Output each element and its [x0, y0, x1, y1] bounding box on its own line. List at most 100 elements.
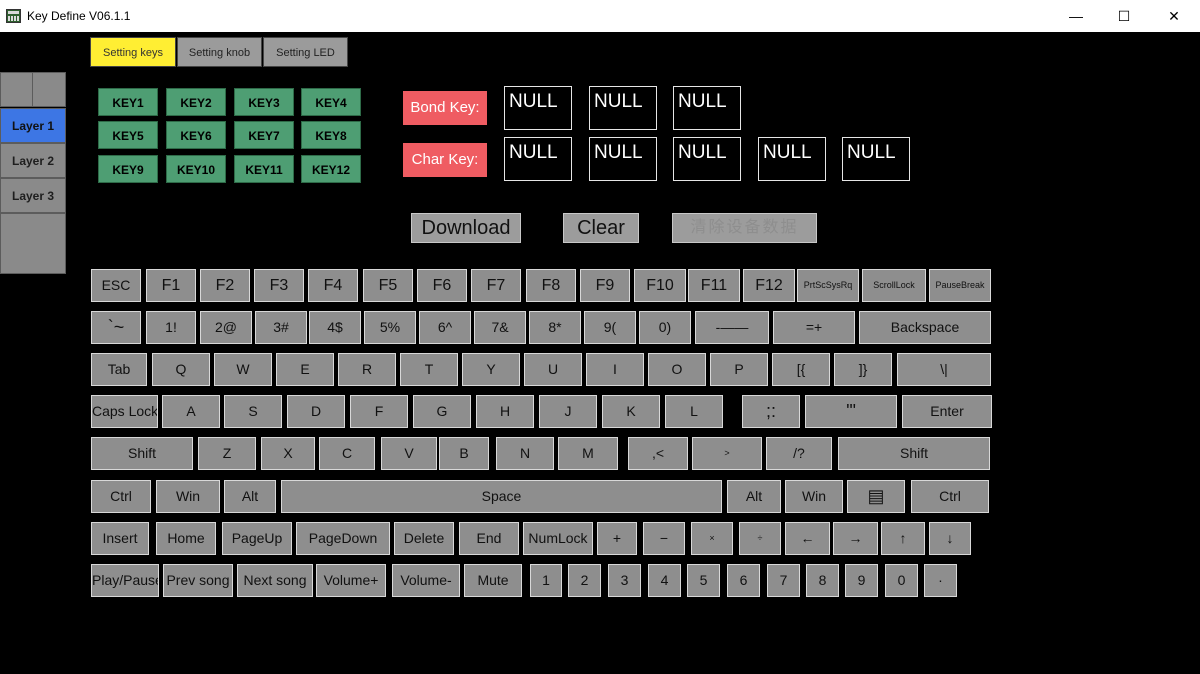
macro-key-1[interactable]: KEY1: [98, 88, 158, 116]
kb-key-r2-6[interactable]: 5%: [364, 311, 416, 344]
kb-key-r6-7[interactable]: ▤: [847, 480, 905, 513]
tab-setting-knob[interactable]: Setting knob: [177, 37, 262, 67]
macro-key-12[interactable]: KEY12: [301, 155, 361, 183]
kb-key-r2-8[interactable]: 7&: [474, 311, 526, 344]
kb-key-r6-8[interactable]: Ctrl: [911, 480, 989, 513]
kb-key-r3-10[interactable]: O: [648, 353, 706, 386]
kb-key-r3-6[interactable]: T: [400, 353, 458, 386]
kb-key-r7-6[interactable]: End: [459, 522, 519, 555]
kb-key-r4-9[interactable]: K: [602, 395, 660, 428]
kb-key-r6-4[interactable]: Space: [281, 480, 722, 513]
char-key-slot-3[interactable]: NULL: [673, 137, 741, 181]
kb-key-r4-10[interactable]: L: [665, 395, 723, 428]
kb-key-r6-5[interactable]: Alt: [727, 480, 781, 513]
kb-key-r8-2[interactable]: Prev song: [163, 564, 233, 597]
kb-key-r7-15[interactable]: ↓: [929, 522, 971, 555]
kb-key-r7-1[interactable]: Insert: [91, 522, 149, 555]
kb-key-r7-7[interactable]: NumLock: [523, 522, 593, 555]
macro-key-6[interactable]: KEY6: [166, 121, 226, 149]
kb-key-r1-11[interactable]: F10: [634, 269, 686, 302]
kb-key-r2-13[interactable]: =+: [773, 311, 855, 344]
kb-key-r5-5[interactable]: V: [381, 437, 437, 470]
kb-key-r8-10[interactable]: 4: [648, 564, 681, 597]
kb-key-r5-10[interactable]: >: [692, 437, 762, 470]
kb-key-r8-17[interactable]: ·: [924, 564, 957, 597]
kb-key-r3-2[interactable]: Q: [152, 353, 210, 386]
kb-key-r4-8[interactable]: J: [539, 395, 597, 428]
kb-key-r7-5[interactable]: Delete: [394, 522, 454, 555]
kb-key-r4-6[interactable]: G: [413, 395, 471, 428]
kb-key-r8-5[interactable]: Volume-: [392, 564, 460, 597]
kb-key-r6-1[interactable]: Ctrl: [91, 480, 151, 513]
macro-key-4[interactable]: KEY4: [301, 88, 361, 116]
kb-key-r4-5[interactable]: F: [350, 395, 408, 428]
kb-key-r2-1[interactable]: `~: [91, 311, 141, 344]
kb-key-r8-16[interactable]: 0: [885, 564, 918, 597]
download-button[interactable]: Download: [411, 213, 521, 243]
kb-key-r4-7[interactable]: H: [476, 395, 534, 428]
kb-key-r2-7[interactable]: 6^: [419, 311, 471, 344]
kb-key-r1-12[interactable]: F11: [688, 269, 740, 302]
macro-key-8[interactable]: KEY8: [301, 121, 361, 149]
kb-key-r2-3[interactable]: 2@: [200, 311, 252, 344]
kb-key-r1-13[interactable]: F12: [743, 269, 795, 302]
close-icon[interactable]: ✕: [1151, 0, 1197, 32]
kb-key-r4-3[interactable]: S: [224, 395, 282, 428]
kb-key-r1-7[interactable]: F6: [417, 269, 467, 302]
kb-key-r2-2[interactable]: 1!: [146, 311, 196, 344]
minimize-icon[interactable]: —: [1053, 0, 1099, 32]
kb-key-r2-11[interactable]: 0): [639, 311, 691, 344]
tab-setting-led[interactable]: Setting LED: [263, 37, 348, 67]
kb-key-r5-11[interactable]: /?: [766, 437, 832, 470]
kb-key-r3-4[interactable]: E: [276, 353, 334, 386]
kb-key-r1-8[interactable]: F7: [471, 269, 521, 302]
layer-2-button[interactable]: Layer 2: [0, 143, 66, 178]
kb-key-r7-14[interactable]: ↑: [881, 522, 925, 555]
kb-key-r8-14[interactable]: 8: [806, 564, 839, 597]
kb-key-r1-10[interactable]: F9: [580, 269, 630, 302]
char-key-slot-2[interactable]: NULL: [589, 137, 657, 181]
maximize-icon[interactable]: ☐: [1101, 0, 1147, 32]
macro-key-3[interactable]: KEY3: [234, 88, 294, 116]
layer-3-button[interactable]: Layer 3: [0, 178, 66, 213]
kb-key-r4-1[interactable]: Caps Lock: [91, 395, 158, 428]
kb-key-r3-12[interactable]: [{: [772, 353, 830, 386]
kb-key-r8-6[interactable]: Mute: [464, 564, 522, 597]
layer-1-button[interactable]: Layer 1: [0, 108, 66, 143]
kb-key-r8-13[interactable]: 7: [767, 564, 800, 597]
kb-key-r1-5[interactable]: F4: [308, 269, 358, 302]
kb-key-r8-4[interactable]: Volume+: [316, 564, 386, 597]
clear-device-data-button[interactable]: 清除设备数据: [672, 213, 817, 243]
char-key-slot-1[interactable]: NULL: [504, 137, 572, 181]
kb-key-r2-12[interactable]: -——: [695, 311, 769, 344]
kb-key-r5-2[interactable]: Z: [198, 437, 256, 470]
kb-key-r3-5[interactable]: R: [338, 353, 396, 386]
kb-key-r4-11[interactable]: ;:: [742, 395, 800, 428]
kb-key-r5-4[interactable]: C: [319, 437, 375, 470]
kb-key-r8-7[interactable]: 1: [530, 564, 562, 597]
kb-key-r5-7[interactable]: N: [496, 437, 554, 470]
bond-key-slot-3[interactable]: NULL: [673, 86, 741, 130]
kb-key-r7-2[interactable]: Home: [156, 522, 216, 555]
kb-key-r2-5[interactable]: 4$: [309, 311, 361, 344]
kb-key-r3-3[interactable]: W: [214, 353, 272, 386]
kb-key-r1-3[interactable]: F2: [200, 269, 250, 302]
kb-key-r1-2[interactable]: F1: [146, 269, 196, 302]
kb-key-r7-12[interactable]: ←: [785, 522, 830, 555]
kb-key-r6-2[interactable]: Win: [156, 480, 220, 513]
kb-key-r8-15[interactable]: 9: [845, 564, 878, 597]
kb-key-r3-1[interactable]: Tab: [91, 353, 147, 386]
kb-key-r5-1[interactable]: Shift: [91, 437, 193, 470]
kb-key-r3-8[interactable]: U: [524, 353, 582, 386]
macro-key-9[interactable]: KEY9: [98, 155, 158, 183]
kb-key-r1-6[interactable]: F5: [363, 269, 413, 302]
kb-key-r1-16[interactable]: PauseBreak: [929, 269, 991, 302]
kb-key-r4-2[interactable]: A: [162, 395, 220, 428]
kb-key-r4-12[interactable]: '": [805, 395, 897, 428]
kb-key-r5-3[interactable]: X: [261, 437, 315, 470]
kb-key-r8-11[interactable]: 5: [687, 564, 720, 597]
kb-key-r5-8[interactable]: M: [558, 437, 618, 470]
char-key-slot-5[interactable]: NULL: [842, 137, 910, 181]
macro-key-11[interactable]: KEY11: [234, 155, 294, 183]
kb-key-r3-9[interactable]: I: [586, 353, 644, 386]
